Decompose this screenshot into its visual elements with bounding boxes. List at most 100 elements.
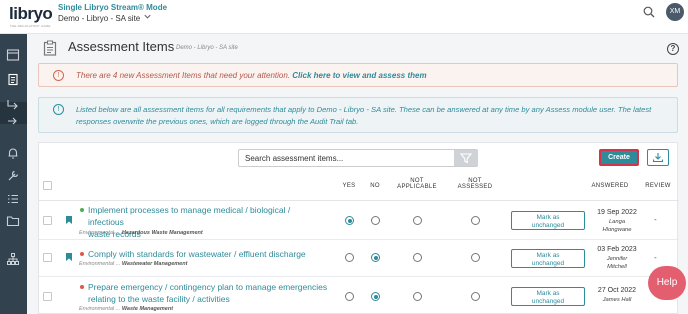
requirement-category: Environmental ... Waste Management — [79, 306, 173, 312]
answer-not-assessed-radio[interactable] — [471, 216, 480, 225]
mark-as-unchanged-button[interactable]: Mark as unchanged — [511, 249, 585, 268]
requirement-title[interactable]: Prepare emergency / contingency plan to … — [88, 281, 328, 305]
alert-text: There are 4 new Assessment Items that ne… — [76, 71, 427, 80]
table-row[interactable]: Prepare emergency / contingency plan to … — [39, 278, 679, 314]
answered-by: Jennifer Mitchell — [587, 255, 647, 271]
requirement-title-line1: Comply with standards for wastewater / e… — [88, 249, 306, 259]
row-checkbox[interactable] — [43, 292, 52, 301]
subcategory-label: Waste Management — [121, 306, 174, 312]
bell-icon[interactable] — [6, 146, 20, 160]
search-bar — [238, 149, 478, 167]
answer-not-assessed-radio[interactable] — [471, 292, 480, 301]
assessment-items-panel: Create YES NO NOT APPLICABLE NOT ASSESSE… — [38, 142, 679, 314]
subcategory-label: Hazardous Waste Management — [121, 230, 203, 236]
arrow-right-icon[interactable] — [6, 97, 20, 111]
column-header-yes: YES — [342, 183, 356, 189]
answer-yes-radio[interactable] — [345, 216, 354, 225]
row-checkbox[interactable] — [43, 253, 52, 262]
folder-icon[interactable] — [6, 214, 20, 228]
answered-by-line2: Mitchell — [607, 264, 627, 270]
site-selector[interactable]: Demo - Libryo - SA site — [58, 14, 140, 23]
clipboard-icon — [43, 40, 57, 58]
top-bar: libryo THE REGULATORY GAME Single Libryo… — [0, 0, 688, 34]
logo-tagline: THE REGULATORY GAME — [10, 24, 51, 28]
page-title: Assessment Items — [68, 39, 175, 54]
requirement-title-line2: relating to the waste facility / activit… — [88, 294, 230, 304]
login-icon[interactable] — [6, 114, 20, 128]
info-text: Listed below are all assessment items fo… — [76, 105, 652, 126]
answered-by-line1: James Hall — [602, 297, 632, 303]
page-subtitle: Demo - Libryo - SA site — [176, 45, 238, 51]
answer-yes-radio[interactable] — [345, 292, 354, 301]
requirement-category: Environmental ... Hazardous Waste Manage… — [79, 230, 203, 236]
answered-by-line2: Hlongwane — [602, 227, 632, 233]
answer-no-radio[interactable] — [371, 292, 380, 301]
column-header-review: REVIEW — [645, 183, 671, 189]
search-input[interactable] — [239, 150, 444, 166]
status-dot — [80, 208, 84, 212]
filter-button[interactable] — [454, 150, 478, 166]
mark-as-unchanged-button[interactable]: Mark as unchanged — [511, 287, 585, 306]
answered-by: Langa Hlongwane — [587, 218, 647, 234]
help-icon[interactable]: ? — [667, 43, 679, 55]
requirement-title-line1: Prepare emergency / contingency plan to … — [88, 282, 328, 292]
answered-date: 19 Sep 2022 — [597, 209, 637, 216]
answer-not-applicable-radio[interactable] — [413, 216, 422, 225]
alert-icon: ! — [53, 70, 64, 81]
column-header-not-assessed: NOT ASSESSED — [449, 178, 501, 190]
dashboard-icon[interactable] — [6, 48, 20, 62]
answered-date: 27 Oct 2022 — [597, 287, 637, 294]
bookmark-icon[interactable] — [65, 215, 73, 227]
sidebar — [0, 34, 27, 314]
requirement-title[interactable]: Comply with standards for wastewater / e… — [88, 248, 328, 260]
answer-not-applicable-radio[interactable] — [413, 253, 422, 262]
mark-label-1: Mark as — [536, 214, 560, 221]
answer-not-applicable-radio[interactable] — [413, 292, 422, 301]
category-label: Environmental ... — [79, 230, 121, 236]
help-button[interactable]: Help — [648, 266, 686, 300]
view-new-items-link[interactable]: Click here to view and assess them — [292, 71, 426, 80]
checklist-icon[interactable] — [6, 192, 20, 206]
answer-not-assessed-radio[interactable] — [471, 253, 480, 262]
mark-label-1: Mark as — [536, 290, 560, 297]
answered-by-line1: Langa — [608, 219, 626, 225]
column-header-not-assessed-line2: ASSESSED — [457, 184, 493, 190]
sitemap-icon[interactable] — [6, 252, 20, 266]
status-dot — [80, 285, 84, 289]
mark-as-unchanged-button[interactable]: Mark as unchanged — [511, 211, 585, 230]
table-row[interactable]: Implement processes to manage medical / … — [39, 201, 679, 240]
review-value: - — [654, 253, 657, 262]
avatar[interactable]: XM — [666, 3, 684, 21]
table-row[interactable]: Comply with standards for wastewater / e… — [39, 241, 679, 277]
requirement-title-line1: Implement processes to manage medical / … — [88, 205, 291, 227]
review-value: - — [654, 215, 657, 224]
mark-label-2: unchanged — [531, 222, 565, 229]
mark-label-2: unchanged — [531, 260, 565, 267]
alert-message: There are 4 new Assessment Items that ne… — [76, 71, 291, 80]
bookmark-icon[interactable] — [65, 252, 73, 264]
column-header-not-applicable: NOT APPLICABLE — [391, 178, 443, 190]
libryo-logo[interactable]: libryo — [9, 4, 53, 24]
tools-icon[interactable] — [6, 169, 20, 183]
column-header-no: NO — [370, 183, 380, 189]
requirement-category: Environmental ... Wastewater Management — [79, 261, 187, 267]
answered-by-line1: Jennifer — [606, 256, 628, 262]
mark-label-1: Mark as — [536, 252, 560, 259]
download-button[interactable] — [647, 149, 669, 166]
search-icon[interactable] — [643, 6, 655, 20]
answer-no-radio[interactable] — [371, 253, 380, 262]
column-header-not-applicable-line2: APPLICABLE — [397, 184, 437, 190]
create-button[interactable]: Create — [599, 149, 639, 166]
answer-yes-radio[interactable] — [345, 253, 354, 262]
category-label: Environmental ... — [79, 306, 121, 312]
stream-mode-label: Single Libryo Stream® Mode — [58, 3, 168, 12]
row-checkbox[interactable] — [43, 216, 52, 225]
answered-date: 03 Feb 2023 — [597, 246, 637, 253]
clipboard-icon[interactable] — [6, 72, 20, 86]
chevron-down-icon[interactable] — [143, 12, 152, 23]
answer-no-radio[interactable] — [371, 216, 380, 225]
subcategory-label: Wastewater Management — [121, 261, 188, 267]
category-label: Environmental ... — [79, 261, 121, 267]
answered-by: James Hall — [587, 296, 647, 304]
select-all-checkbox[interactable] — [43, 181, 52, 190]
